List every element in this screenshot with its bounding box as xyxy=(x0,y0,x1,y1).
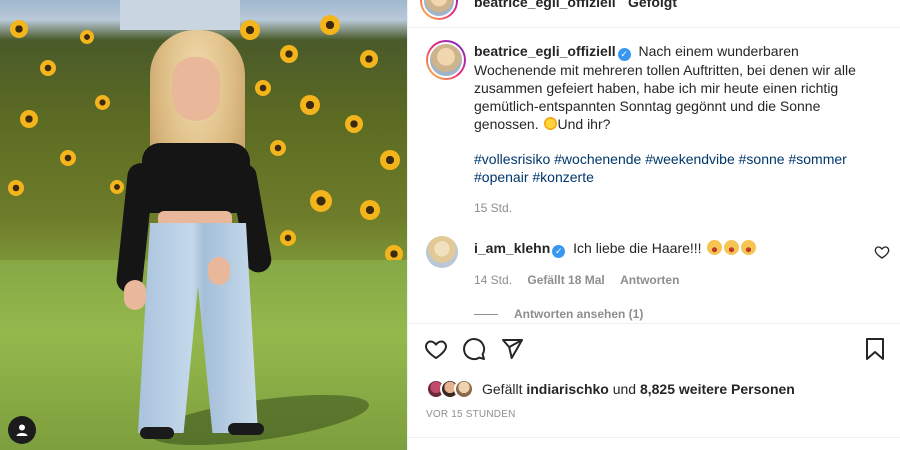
hashtag-list: #vollesrisiko #wochenende #weekendvibe #… xyxy=(474,150,864,186)
caption-text: beatrice_egli_offiziell ✓ Nach einem wund… xyxy=(474,42,879,133)
likes-prefix: Gefällt xyxy=(482,381,523,397)
comment-meta: 14 Std. Gefällt 18 Mal Antworten xyxy=(474,273,679,287)
hashtag-link[interactable]: #vollesrisiko xyxy=(474,151,550,167)
comment-username[interactable]: i_am_klehn xyxy=(474,240,550,256)
view-replies-label: Antworten ansehen (1) xyxy=(514,307,644,321)
post-timestamp[interactable]: VOR 15 STUNDEN xyxy=(426,409,516,420)
actions-divider xyxy=(408,323,900,324)
comment-timestamp: 14 Std. xyxy=(474,273,513,287)
liker-avatar[interactable] xyxy=(454,379,474,399)
verified-badge-icon: ✓ xyxy=(617,48,631,61)
caption-body-end: Und ihr? xyxy=(557,116,611,132)
hashtag-link[interactable]: #openair xyxy=(474,169,529,185)
comment-likes[interactable]: Gefällt 18 Mal xyxy=(527,273,604,287)
comment-like-heart-icon[interactable] xyxy=(874,244,890,260)
bookmark-icon[interactable] xyxy=(863,337,887,361)
heart-icon[interactable] xyxy=(424,337,448,361)
heart-eyes-emoji-icon xyxy=(707,240,723,255)
likes-text: Gefällt indiarischko und 8,825 weitere P… xyxy=(482,381,795,397)
comment-body: Ich liebe die Haare!!! xyxy=(573,240,702,256)
heart-eyes-emoji-icon xyxy=(741,240,757,255)
share-icon[interactable] xyxy=(500,337,524,361)
caption-timestamp: 15 Std. xyxy=(474,201,513,215)
verified-badge-icon: ✓ xyxy=(552,245,566,258)
header-username[interactable]: beatrice_egli_offiziell xyxy=(474,0,616,10)
hashtag-link[interactable]: #sommer xyxy=(788,151,846,167)
likes-others-link[interactable]: 8,825 weitere Personen xyxy=(640,381,795,397)
user-tag-icon[interactable] xyxy=(8,416,36,444)
comment-text: i_am_klehn ✓ Ich liebe die Haare!!! xyxy=(474,240,757,258)
person-figure xyxy=(115,25,280,445)
hashtag-link[interactable]: #weekendvibe xyxy=(645,151,735,167)
hashtag-link[interactable]: #sonne xyxy=(739,151,785,167)
comment-box-divider xyxy=(408,437,900,438)
caption-username[interactable]: beatrice_egli_offiziell xyxy=(474,43,616,59)
sun-emoji-icon xyxy=(542,116,558,131)
view-replies-button[interactable]: Antworten ansehen (1) xyxy=(474,307,643,321)
hashtag-link[interactable]: #wochenende xyxy=(554,151,641,167)
action-bar xyxy=(424,337,524,361)
caption-avatar[interactable] xyxy=(426,40,466,80)
post-details-panel: beatrice_egli_offiziell Gefolgt beatrice… xyxy=(407,0,900,450)
comment-reply-button[interactable]: Antworten xyxy=(620,273,679,287)
post-header: beatrice_egli_offiziell Gefolgt xyxy=(408,0,900,28)
heart-eyes-emoji-icon xyxy=(724,240,740,255)
comment-avatar[interactable] xyxy=(426,236,458,268)
comment-icon[interactable] xyxy=(462,337,486,361)
replies-divider xyxy=(474,313,498,315)
post-photo[interactable] xyxy=(0,0,407,450)
header-avatar[interactable] xyxy=(420,0,458,20)
follow-status[interactable]: Gefolgt xyxy=(628,0,677,10)
likes-middle: und xyxy=(612,381,637,397)
hashtag-link[interactable]: #konzerte xyxy=(532,169,593,185)
likes-summary: Gefällt indiarischko und 8,825 weitere P… xyxy=(426,379,795,399)
liker-username[interactable]: indiarischko xyxy=(526,381,608,397)
